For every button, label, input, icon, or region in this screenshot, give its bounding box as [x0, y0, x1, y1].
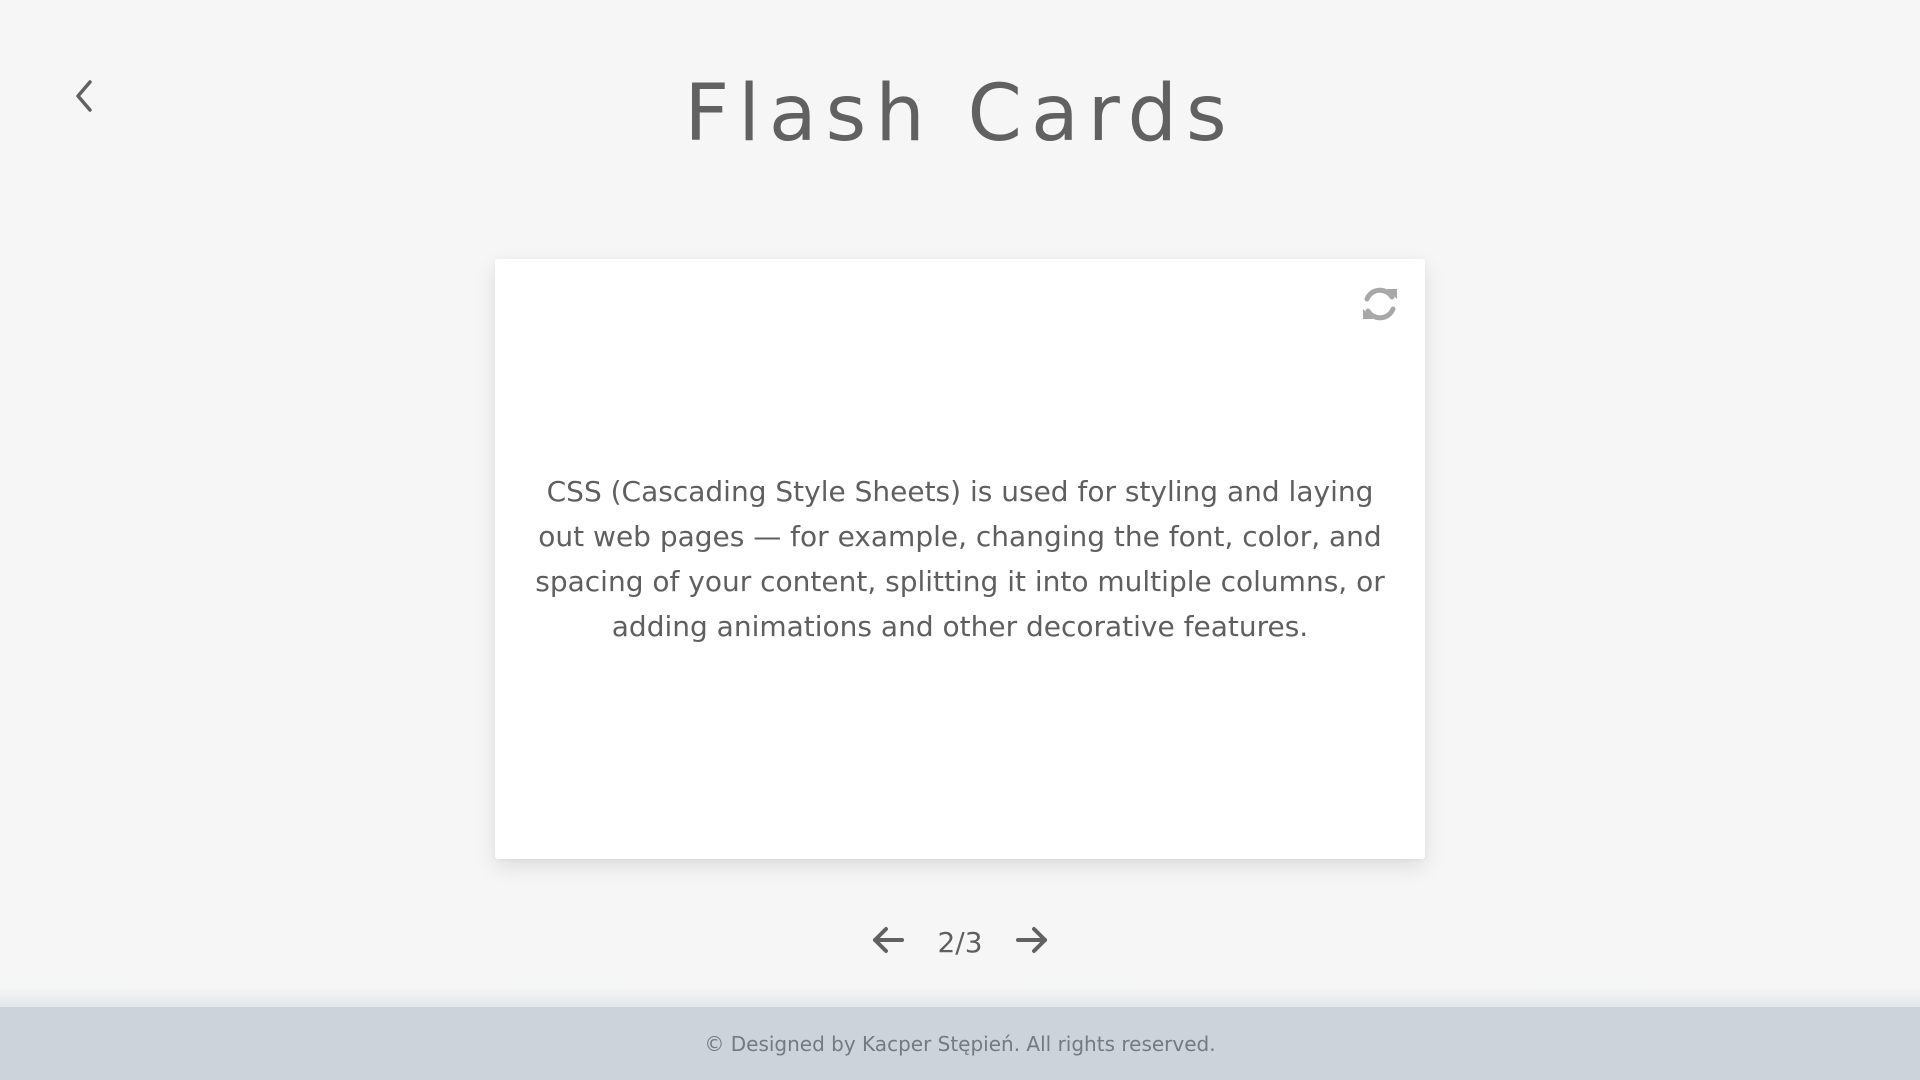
flash-cards-page: Flash Cards CSS (Cascading Style Sheets)…: [0, 0, 1920, 1080]
flash-card[interactable]: CSS (Cascading Style Sheets) is used for…: [495, 259, 1425, 859]
footer: © Designed by Kacper Stępień. All rights…: [0, 1007, 1920, 1080]
card-counter: 2/3: [937, 925, 983, 959]
flip-card-button[interactable]: [1357, 283, 1403, 329]
arrow-right-icon: [1014, 924, 1050, 960]
footer-shadow: [0, 988, 1920, 1008]
arrow-left-icon: [870, 924, 906, 960]
refresh-icon: [1358, 282, 1402, 330]
card-content-text: CSS (Cascading Style Sheets) is used for…: [535, 475, 1385, 643]
next-card-button[interactable]: [1012, 922, 1052, 962]
footer-copyright: © Designed by Kacper Stępień. All rights…: [704, 1031, 1216, 1056]
card-pager: 2/3: [0, 916, 1920, 968]
previous-card-button[interactable]: [868, 922, 908, 962]
page-title: Flash Cards: [684, 69, 1236, 159]
